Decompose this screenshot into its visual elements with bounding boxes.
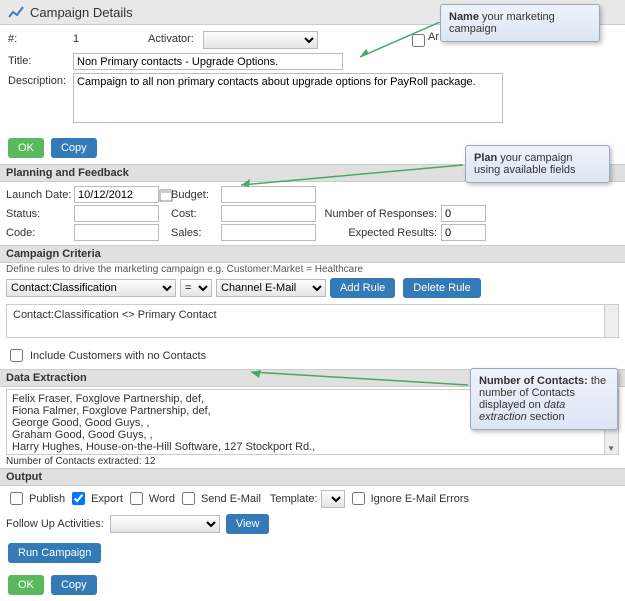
code-label: Code: (6, 227, 74, 239)
launch-date-input[interactable] (74, 186, 159, 203)
word-checkbox[interactable] (130, 492, 143, 505)
include-no-contacts-checkbox[interactable] (10, 349, 23, 362)
callout-contacts: Number of Contacts: the number of Contac… (470, 368, 618, 430)
followup-label: Follow Up Activities: (6, 518, 104, 530)
criteria-rule-text: Contact:Classification <> Primary Contac… (13, 309, 217, 321)
publish-label: Publish (29, 493, 65, 505)
callout-plan: Plan your campaign using available field… (465, 145, 610, 183)
list-item: Harry Hughes, House-on-the-Hill Software… (12, 441, 613, 453)
sales-label: Sales: (171, 227, 221, 239)
add-rule-button[interactable]: Add Rule (330, 278, 395, 298)
chart-line-icon (8, 4, 24, 20)
criteria-row: Contact:Classification = Channel E-Mail … (0, 276, 625, 300)
word-label: Word (149, 493, 175, 505)
publish-checkbox[interactable] (10, 492, 23, 505)
delete-rule-button[interactable]: Delete Rule (403, 278, 480, 298)
criteria-channel-select[interactable]: Channel E-Mail (216, 279, 326, 297)
expected-input[interactable] (441, 224, 486, 241)
callout-name: Name your marketing campaign (440, 4, 600, 42)
template-label: Template: (270, 493, 318, 505)
title-label: Title: (8, 53, 73, 67)
export-label: Export (91, 493, 123, 505)
launch-date-label: Launch Date: (6, 189, 74, 201)
template-select[interactable] (321, 490, 345, 508)
cost-input[interactable] (221, 205, 316, 222)
bottom-button-row: OK Copy (0, 569, 625, 601)
description-label: Description: (8, 73, 73, 87)
send-email-label: Send E-Mail (201, 493, 261, 505)
status-input[interactable] (74, 205, 159, 222)
copy-button[interactable]: Copy (51, 138, 97, 158)
status-label: Status: (6, 208, 74, 220)
activator-label: Activator: (148, 31, 203, 45)
ar-checkbox[interactable] (412, 34, 425, 47)
criteria-hint: Define rules to drive the marketing camp… (0, 263, 625, 276)
criteria-rule-display: Contact:Classification <> Primary Contac… (6, 304, 619, 338)
budget-input[interactable] (221, 186, 316, 203)
output-body: Publish Export Word Send E-Mail Template… (0, 486, 625, 511)
code-input[interactable] (74, 224, 159, 241)
ignore-errors-label: Ignore E-Mail Errors (371, 493, 469, 505)
num-label: #: (8, 31, 73, 45)
responses-label: Number of Responses: (316, 208, 441, 220)
extraction-count: Number of Contacts extracted: 12 (0, 455, 625, 468)
send-email-checkbox[interactable] (182, 492, 195, 505)
followup-select[interactable] (110, 515, 220, 533)
list-item: Graham Good, Good Guys, , (12, 429, 613, 441)
budget-label: Budget: (171, 189, 221, 201)
view-button[interactable]: View (226, 514, 270, 534)
ok-button-bottom[interactable]: OK (8, 575, 44, 595)
criteria-op-select[interactable]: = (180, 279, 212, 297)
sales-input[interactable] (221, 224, 316, 241)
expected-label: Expected Results: (316, 227, 441, 239)
criteria-field-select[interactable]: Contact:Classification (6, 279, 176, 297)
cost-label: Cost: (171, 208, 221, 220)
export-checkbox[interactable] (72, 492, 85, 505)
ar-label: Ar (428, 31, 439, 43)
activator-select[interactable] (203, 31, 318, 49)
scrollbar[interactable] (604, 305, 618, 337)
responses-input[interactable] (441, 205, 486, 222)
ok-button[interactable]: OK (8, 138, 44, 158)
copy-button-bottom[interactable]: Copy (51, 575, 97, 595)
page-title: Campaign Details (30, 5, 133, 20)
criteria-header: Campaign Criteria (0, 245, 625, 263)
planning-body: Launch Date: Budget: Status: Cost: Numbe… (0, 182, 625, 245)
ignore-errors-checkbox[interactable] (352, 492, 365, 505)
run-campaign-button[interactable]: Run Campaign (8, 543, 101, 563)
chevron-down-icon[interactable]: ▼ (607, 444, 615, 453)
output-header: Output (0, 468, 625, 486)
num-value: 1 (73, 31, 148, 45)
title-input[interactable] (73, 53, 343, 70)
include-no-contacts-label: Include Customers with no Contacts (30, 350, 206, 362)
description-textarea[interactable]: Campaign to all non primary contacts abo… (73, 73, 503, 123)
